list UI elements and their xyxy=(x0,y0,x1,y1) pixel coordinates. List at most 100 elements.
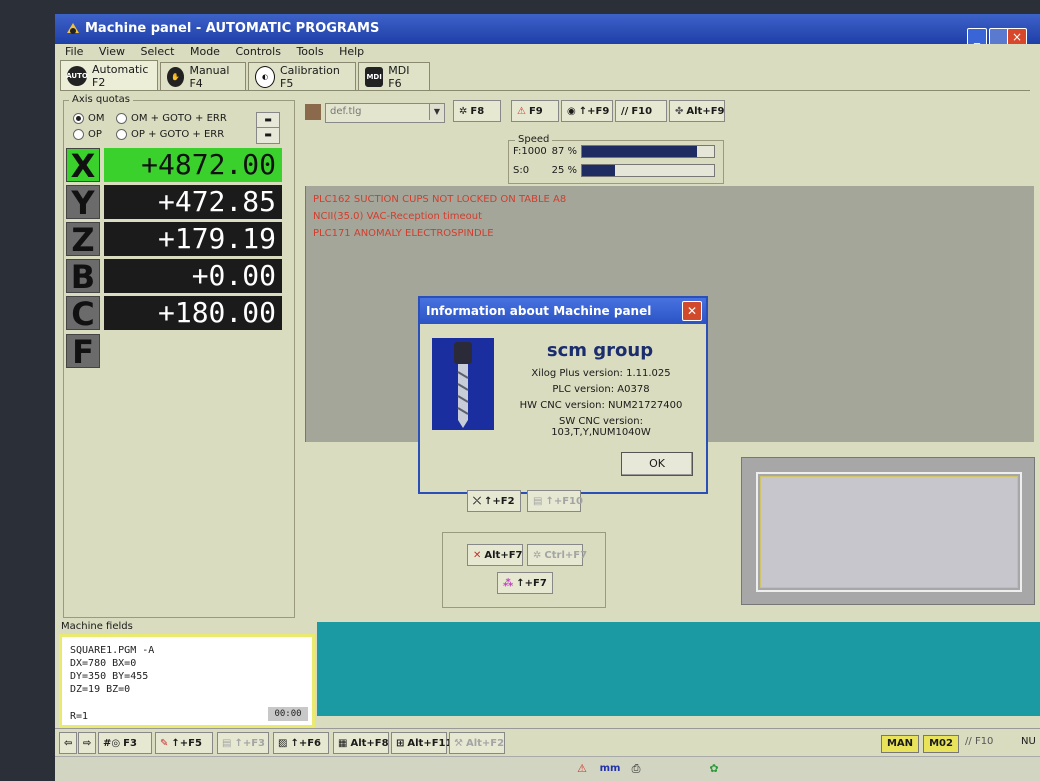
radio-op-goto-err[interactable] xyxy=(116,128,127,140)
axis-letter: X xyxy=(66,148,100,183)
back-arrow-icon[interactable]: ⇦ xyxy=(59,732,77,754)
alt-f11-button[interactable]: ⊞ Alt+F11 xyxy=(391,732,452,754)
menu-tools[interactable]: Tools xyxy=(296,44,323,60)
ctrl-f7-label: Ctrl+F7 xyxy=(544,549,588,561)
forward-arrow-icon[interactable]: ⇨ xyxy=(78,732,96,754)
grid-icon: ⊞ xyxy=(396,737,405,749)
menu-bar: File View Select Mode Controls Tools Hel… xyxy=(55,44,1040,60)
alt-f7-button[interactable]: ✕ Alt+F7 xyxy=(467,544,523,566)
radio-om-label: OM xyxy=(88,112,105,124)
dialog-close-icon[interactable]: ✕ xyxy=(682,301,702,321)
alt-f9-button[interactable]: ✤ Alt+F9 xyxy=(669,100,725,122)
tool-file-icon xyxy=(305,104,321,120)
shift-f9-button[interactable]: ◉ ↑+F9 xyxy=(561,100,613,122)
shift-f6-button[interactable]: ▨ ↑+F6 xyxy=(273,732,329,754)
menu-file[interactable]: File xyxy=(65,44,83,60)
list-icon: ▤ xyxy=(222,737,232,749)
f9-button[interactable]: ⚠ F9 xyxy=(511,100,559,122)
radio-om[interactable] xyxy=(73,112,84,124)
shift-f2-label: ↑+F2 xyxy=(484,495,515,507)
f10-status-label: F10 xyxy=(974,736,994,747)
shift-f10-button[interactable]: ▤ ↑+F10 xyxy=(527,490,583,512)
hand-icon: ✋ xyxy=(167,66,185,87)
shift-f3-button[interactable]: ▤ ↑+F3 xyxy=(217,732,269,754)
axis-value: +180.00 xyxy=(104,296,282,330)
mm-unit[interactable]: mm xyxy=(599,761,621,777)
axis-letter: Z xyxy=(66,222,100,257)
man-status-badge: MAN xyxy=(881,735,919,753)
m02-status-badge: M02 xyxy=(923,735,959,753)
alt-f7-label: Alt+F7 xyxy=(484,549,523,561)
axis-value: +0.00 xyxy=(104,259,282,293)
field-line: DY=350 BY=455 xyxy=(70,671,149,682)
printer-icon[interactable]: ⎙ xyxy=(627,761,645,777)
ctrl-f7-button[interactable]: ✲ Ctrl+F7 xyxy=(527,544,587,566)
f10-button[interactable]: //F10 xyxy=(615,100,667,122)
pause-icon: // xyxy=(621,105,629,117)
menu-controls[interactable]: Controls xyxy=(235,44,281,60)
speed-row-spindle: S:0 25 % xyxy=(513,163,715,177)
calibration-icon: ◐ xyxy=(255,65,275,88)
shift-f7-button[interactable]: ⁂ ↑+F7 xyxy=(497,572,553,594)
speed-label: F:1000 xyxy=(513,145,547,157)
tab-automatic[interactable]: AUTO Automatic F2 xyxy=(60,60,158,90)
hatch-icon: ▨ xyxy=(278,737,288,749)
axis-letter: C xyxy=(66,296,100,331)
scm-group-logo: scm group xyxy=(546,340,654,361)
alt-f8-button[interactable]: ▦ Alt+F8 xyxy=(333,732,389,754)
tools-icon: ✤ xyxy=(675,105,684,117)
radio-om-goto-err-label: OM + GOTO + ERR xyxy=(131,112,227,124)
tab-mdi[interactable]: MDI MDI F6 xyxy=(358,62,430,90)
tab-label: Automatic F2 xyxy=(92,62,149,89)
alt-f9-label: Alt+F9 xyxy=(686,105,725,117)
menu-view[interactable]: View xyxy=(99,44,125,60)
gear-icon[interactable]: ✿ xyxy=(705,761,723,777)
axis-value: +472.85 xyxy=(104,185,282,219)
tab-label: Manual F4 xyxy=(189,63,230,90)
tab-manual[interactable]: ✋ Manual F4 xyxy=(160,62,246,90)
speed-row-feed: F:1000 87 % xyxy=(513,144,715,158)
warning-icon[interactable]: ⚠ xyxy=(573,761,591,777)
ok-button[interactable]: OK xyxy=(621,452,693,476)
tool-file-value: def.tlg xyxy=(330,106,362,117)
speed-bar-fill xyxy=(582,164,615,176)
speed-bar-fill xyxy=(582,145,697,157)
shift-f5-button[interactable]: ✎ ↑+F5 xyxy=(155,732,213,754)
work-table-panel xyxy=(741,457,1035,605)
tab-calibration[interactable]: ◐ Calibration F5 xyxy=(248,62,356,90)
radio-om-goto-err[interactable] xyxy=(116,112,127,124)
io-icon: ◉ xyxy=(567,105,576,117)
radio-op[interactable] xyxy=(73,128,84,140)
pen-icon: ✎ xyxy=(160,737,169,749)
menu-mode[interactable]: Mode xyxy=(190,44,220,60)
stepper-up-icon[interactable]: ▬ xyxy=(257,113,279,128)
dialog-title: Information about Machine panel xyxy=(426,304,652,318)
shift-f5-label: ↑+F5 xyxy=(171,737,202,749)
drill-bit-image xyxy=(432,338,494,430)
chevron-down-icon[interactable]: ▼ xyxy=(429,104,444,120)
alt-f2-button[interactable]: ⚒ Alt+F2 xyxy=(449,732,505,754)
shift-f3-label: ↑+F3 xyxy=(234,737,265,749)
axis-letter: B xyxy=(66,259,100,294)
f10-label: F10 xyxy=(631,105,653,117)
error-message: PLC171 ANOMALY ELECTROSPINDLE xyxy=(313,228,494,239)
stepper-down-icon[interactable]: ▬ xyxy=(257,128,279,142)
list-icon: ▤ xyxy=(533,495,543,507)
tool-icon: ⚒ xyxy=(454,737,463,749)
cancel-icon: ✕ xyxy=(473,549,482,561)
alt-f2-label: Alt+F2 xyxy=(465,737,505,749)
shift-f6-label: ↑+F6 xyxy=(290,737,321,749)
f8-button[interactable]: ✲ F8 xyxy=(453,100,501,122)
menu-help[interactable]: Help xyxy=(339,44,364,60)
shift-f2-button[interactable]: ⤬ ↑+F2 xyxy=(467,490,521,512)
menu-select[interactable]: Select xyxy=(141,44,175,60)
target-icon: #◎ xyxy=(103,737,121,749)
mdi-icon: MDI xyxy=(365,66,384,87)
document-icon: ▦ xyxy=(338,737,348,749)
axis-stepper[interactable]: ▬ ▬ xyxy=(256,112,280,144)
tool-file-select[interactable]: def.tlg ▼ xyxy=(325,103,445,123)
radio-op-label: OP xyxy=(88,128,102,140)
tab-divider xyxy=(60,90,1030,91)
axis-value: +4872.00 xyxy=(104,148,282,182)
f3-button[interactable]: #◎ F3 xyxy=(98,732,152,754)
